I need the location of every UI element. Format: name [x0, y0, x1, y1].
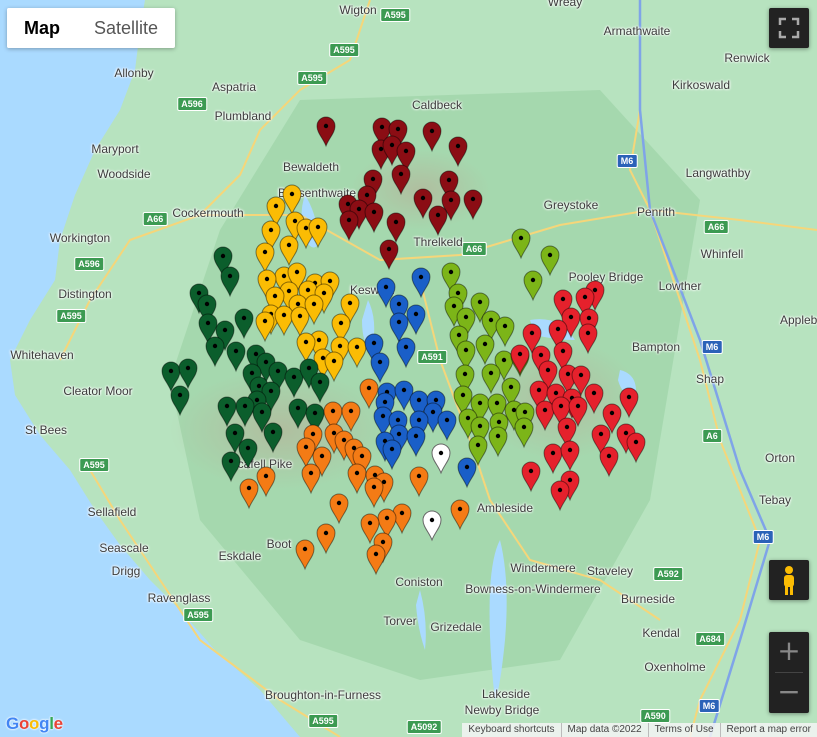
map-marker-dark-green[interactable]	[234, 308, 254, 340]
map-marker-red[interactable]	[626, 432, 646, 464]
map-marker-dark-green[interactable]	[170, 385, 190, 417]
map-marker-dark-green[interactable]	[221, 451, 241, 483]
map-marker-blue[interactable]	[406, 426, 426, 458]
map-marker-dark-green[interactable]	[226, 341, 246, 373]
map-type-control: Map Satellite	[7, 8, 176, 48]
map-marker-orange[interactable]	[329, 493, 349, 525]
map-marker-orange[interactable]	[341, 401, 361, 433]
map-marker-red[interactable]	[578, 323, 598, 355]
map-marker-orange[interactable]	[295, 539, 315, 571]
map-marker-orange[interactable]	[409, 466, 429, 498]
map-marker-lime[interactable]	[481, 363, 501, 395]
map-marker-blue[interactable]	[457, 457, 477, 489]
report-map-error-link[interactable]: Report a map error	[719, 723, 817, 737]
fullscreen-icon	[778, 17, 800, 39]
map-marker-yellow[interactable]	[290, 306, 310, 338]
map-marker-dark-red[interactable]	[386, 212, 406, 244]
map-marker-dark-red[interactable]	[428, 205, 448, 237]
pegman-icon	[784, 566, 794, 595]
map-marker-orange[interactable]	[359, 378, 379, 410]
map-marker-orange[interactable]	[316, 523, 336, 555]
map-marker-red[interactable]	[584, 383, 604, 415]
map-marker-dark-green[interactable]	[288, 398, 308, 430]
map-marker-yellow[interactable]	[347, 337, 367, 369]
keyboard-shortcuts-link[interactable]: Keyboard shortcuts	[462, 723, 560, 737]
map-marker-blue[interactable]	[396, 337, 416, 369]
map-marker-red[interactable]	[560, 440, 580, 472]
map-marker-lime[interactable]	[475, 334, 495, 366]
zoom-in-button[interactable]: +	[769, 632, 809, 672]
map-marker-orange[interactable]	[256, 466, 276, 498]
map-marker-dark-green[interactable]	[284, 367, 304, 399]
map-marker-white[interactable]	[431, 443, 451, 475]
map-marker-lime[interactable]	[511, 228, 531, 260]
map-marker-lime[interactable]	[523, 270, 543, 302]
map-marker-dark-green[interactable]	[263, 422, 283, 454]
map-marker-orange[interactable]	[450, 499, 470, 531]
map-marker-dark-green[interactable]	[205, 336, 225, 368]
map-canvas[interactable]: A595 A595 A595 A596 M6 A66 A66 A66 A596 A595 A591 M…	[0, 0, 817, 737]
map-marker-dark-green[interactable]	[310, 372, 330, 404]
markers-layer	[161, 116, 646, 576]
map-marker-dark-red[interactable]	[448, 136, 468, 168]
map-marker-dark-red[interactable]	[422, 121, 442, 153]
map-marker-orange[interactable]	[301, 463, 321, 495]
map-marker-red[interactable]	[521, 461, 541, 493]
map-marker-lime[interactable]	[514, 417, 534, 449]
map-marker-lime[interactable]	[540, 245, 560, 277]
map-marker-dark-red[interactable]	[379, 239, 399, 271]
map-marker-orange[interactable]	[364, 477, 384, 509]
map-data-text: Map data ©2022	[560, 723, 648, 737]
map-marker-yellow[interactable]	[255, 311, 275, 343]
map-marker-yellow[interactable]	[279, 235, 299, 267]
map-marker-yellow[interactable]	[274, 305, 294, 337]
street-view-pegman-button[interactable]	[769, 560, 809, 600]
map-marker-dark-red[interactable]	[364, 202, 384, 234]
map-marker-orange[interactable]	[347, 463, 367, 495]
map-marker-red[interactable]	[510, 344, 530, 376]
google-logo[interactable]: Google	[6, 714, 63, 734]
map-marker-red[interactable]	[535, 400, 555, 432]
map-marker-red[interactable]	[619, 387, 639, 419]
map-marker-blue[interactable]	[437, 410, 457, 442]
fullscreen-button[interactable]	[769, 8, 809, 48]
map-marker-orange[interactable]	[239, 478, 259, 510]
map-marker-yellow[interactable]	[282, 184, 302, 216]
map-marker-white[interactable]	[422, 510, 442, 542]
map-marker-orange[interactable]	[296, 437, 316, 469]
map-marker-blue[interactable]	[406, 304, 426, 336]
map-marker-blue[interactable]	[394, 380, 414, 412]
map-type-satellite-button[interactable]: Satellite	[77, 8, 175, 48]
map-marker-dark-red[interactable]	[316, 116, 336, 148]
zoom-out-button[interactable]: −	[769, 673, 809, 713]
map-marker-orange[interactable]	[366, 544, 386, 576]
terms-of-use-link[interactable]: Terms of Use	[647, 723, 720, 737]
zoom-control: + −	[769, 632, 809, 713]
map-marker-blue[interactable]	[382, 439, 402, 471]
map-marker-yellow[interactable]	[255, 242, 275, 274]
map-marker-dark-green[interactable]	[238, 438, 258, 470]
map-marker-blue[interactable]	[370, 352, 390, 384]
map-marker-yellow[interactable]	[296, 332, 316, 364]
map-marker-dark-green[interactable]	[220, 266, 240, 298]
map-marker-red[interactable]	[550, 480, 570, 512]
map-marker-red[interactable]	[599, 446, 619, 478]
map-marker-dark-green[interactable]	[235, 396, 255, 428]
map-marker-red[interactable]	[543, 443, 563, 475]
map-type-map-button[interactable]: Map	[7, 8, 77, 48]
map-marker-dark-green[interactable]	[178, 358, 198, 390]
map-marker-dark-red[interactable]	[339, 210, 359, 242]
map-marker-lime[interactable]	[495, 316, 515, 348]
map-marker-lime[interactable]	[488, 426, 508, 458]
map-marker-dark-green[interactable]	[217, 396, 237, 428]
map-marker-blue[interactable]	[411, 267, 431, 299]
map-marker-dark-red[interactable]	[463, 189, 483, 221]
attribution-bar: Keyboard shortcuts Map data ©2022 Terms …	[462, 723, 817, 737]
map-marker-yellow[interactable]	[308, 217, 328, 249]
map-marker-dark-red[interactable]	[391, 164, 411, 196]
